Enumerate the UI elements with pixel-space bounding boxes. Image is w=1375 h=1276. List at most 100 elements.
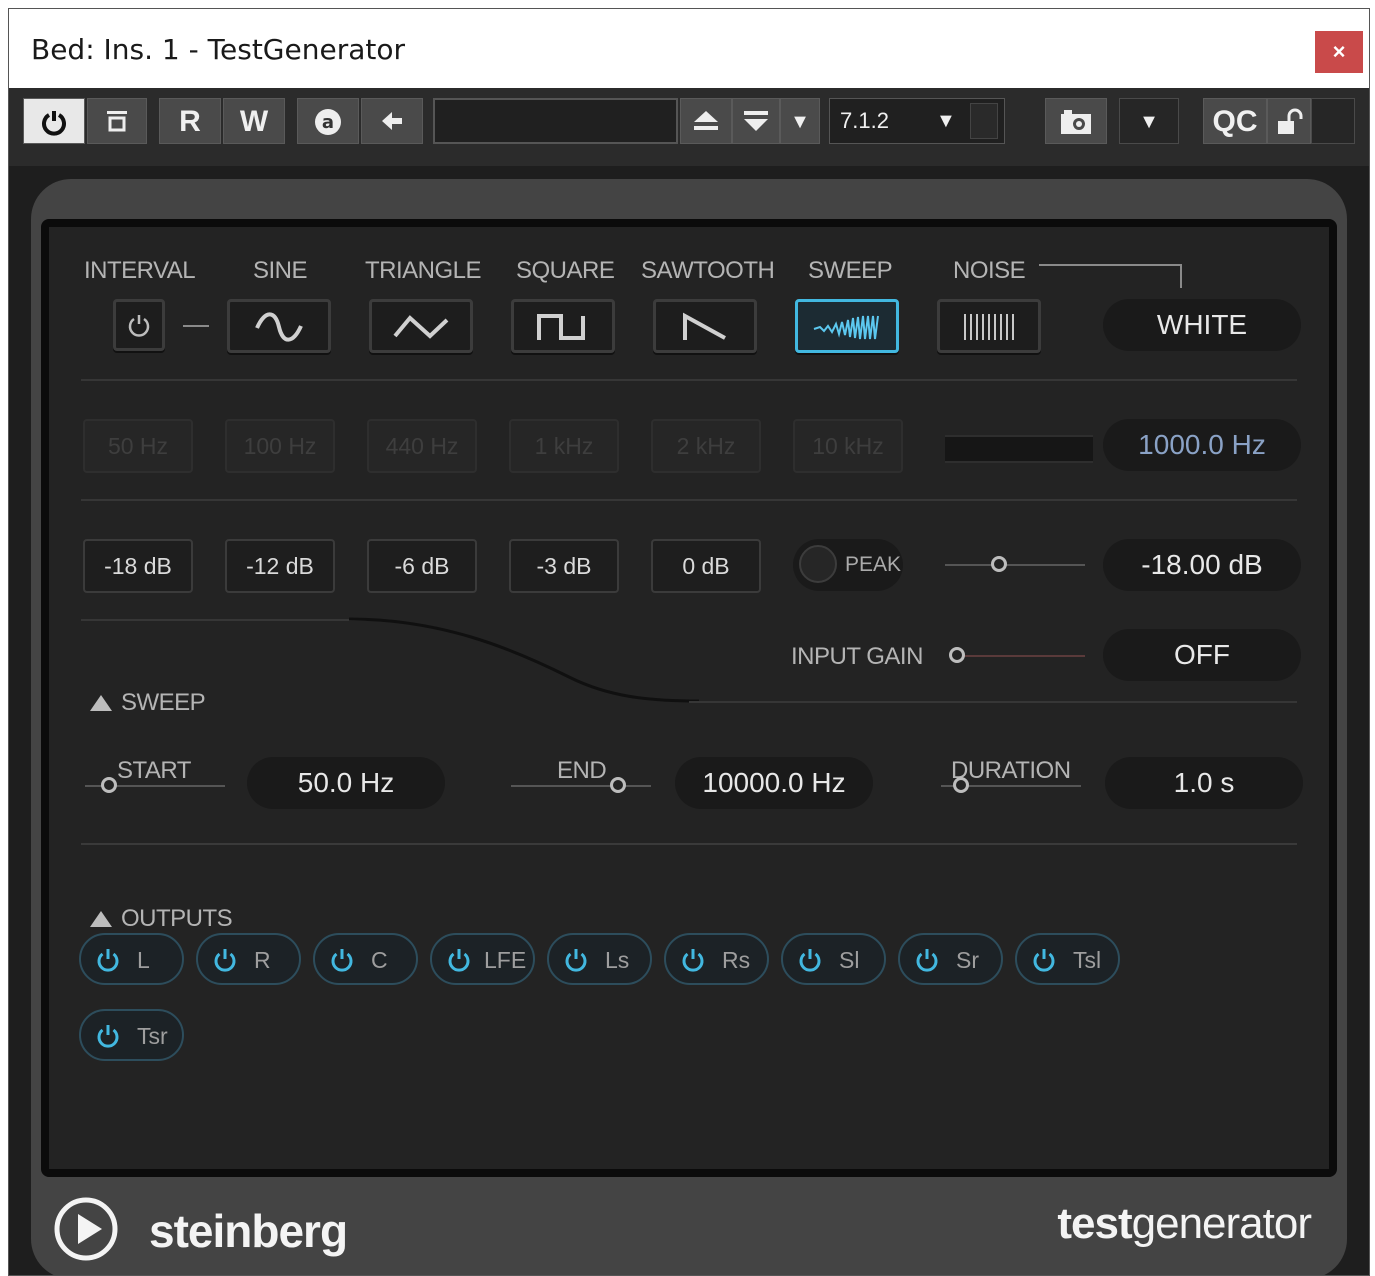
noise-connector-line bbox=[1039, 264, 1182, 288]
freq-preset-50hz[interactable]: 50 Hz bbox=[83, 419, 193, 473]
sawtooth-button[interactable] bbox=[653, 299, 757, 353]
freq-preset-100hz[interactable]: 100 Hz bbox=[225, 419, 335, 473]
sawtooth-wave-icon bbox=[683, 312, 726, 340]
level-preset-minus3db[interactable]: -3 dB bbox=[509, 539, 619, 593]
power-icon bbox=[1033, 949, 1055, 972]
output-rs-label: Rs bbox=[722, 947, 751, 973]
noise-type-select[interactable]: WHITE bbox=[1103, 299, 1301, 351]
channel-config-select[interactable]: 7.1.2 ▼ bbox=[829, 98, 1005, 144]
level-value[interactable]: -18.00 dB bbox=[1103, 539, 1301, 591]
preset-menu-button[interactable]: ▼ bbox=[780, 98, 820, 144]
level-slider-knob[interactable] bbox=[991, 556, 1007, 572]
square-label: SQUARE bbox=[516, 257, 615, 284]
output-tsl-toggle[interactable]: Tsl bbox=[1015, 933, 1120, 985]
freq-preset-10khz[interactable]: 10 kHz bbox=[793, 419, 903, 473]
end-value[interactable]: 10000.0 Hz bbox=[675, 757, 873, 809]
lock-button[interactable] bbox=[1267, 98, 1311, 144]
function-menu-button[interactable]: ▼ bbox=[1119, 98, 1179, 144]
triangle-wave-icon bbox=[393, 315, 449, 339]
triangle-up-icon bbox=[90, 695, 112, 711]
noise-button[interactable] bbox=[937, 299, 1041, 353]
end-label: END bbox=[557, 757, 607, 784]
power-icon bbox=[97, 949, 119, 972]
output-sl-toggle[interactable]: Sl bbox=[781, 933, 886, 985]
freq-preset-1khz[interactable]: 1 kHz bbox=[509, 419, 619, 473]
divider bbox=[81, 619, 381, 621]
sine-wave-icon bbox=[255, 312, 303, 342]
output-c-toggle[interactable]: C bbox=[313, 933, 418, 985]
input-gain-value[interactable]: OFF bbox=[1103, 629, 1301, 681]
level-preset-minus18db[interactable]: -18 dB bbox=[83, 539, 193, 593]
back-button[interactable] bbox=[361, 98, 423, 144]
noise-icon bbox=[964, 314, 1014, 340]
power-button[interactable] bbox=[23, 98, 85, 144]
duration-value[interactable]: 1.0 s bbox=[1105, 757, 1303, 809]
start-label: START bbox=[117, 757, 191, 784]
start-slider-knob[interactable] bbox=[101, 777, 117, 793]
input-gain-slider[interactable] bbox=[955, 655, 1085, 657]
power-icon bbox=[565, 949, 587, 972]
power-icon bbox=[42, 111, 66, 136]
sidechain-icon: a bbox=[315, 109, 341, 135]
frequency-slider[interactable] bbox=[945, 435, 1093, 463]
level-preset-minus6db[interactable]: -6 dB bbox=[367, 539, 477, 593]
power-icon bbox=[97, 1025, 119, 1048]
close-button[interactable]: × bbox=[1315, 31, 1363, 73]
output-lfe-toggle[interactable]: LFE bbox=[430, 933, 535, 985]
interval-dash bbox=[183, 325, 209, 327]
quick-controls-button[interactable]: QC bbox=[1203, 98, 1267, 144]
output-tsr-toggle[interactable]: Tsr bbox=[79, 1009, 184, 1061]
output-ls-toggle[interactable]: Ls bbox=[547, 933, 652, 985]
next-preset-button[interactable] bbox=[732, 98, 780, 144]
power-icon bbox=[682, 949, 704, 972]
end-slider-knob[interactable] bbox=[610, 777, 626, 793]
sweep-divider-curve bbox=[349, 617, 699, 703]
sine-label: SINE bbox=[253, 257, 308, 284]
read-automation-button[interactable]: R bbox=[159, 98, 221, 144]
sweep-section-label: SWEEP bbox=[121, 689, 206, 716]
preset-field[interactable] bbox=[433, 98, 678, 144]
output-r-label: R bbox=[254, 947, 271, 973]
start-value[interactable]: 50.0 Hz bbox=[247, 757, 445, 809]
triangle-up-icon bbox=[90, 911, 112, 927]
divider bbox=[689, 701, 1297, 703]
sine-button[interactable] bbox=[227, 299, 331, 353]
output-r-toggle[interactable]: R bbox=[196, 933, 301, 985]
previous-preset-button[interactable] bbox=[680, 98, 732, 144]
output-sr-toggle[interactable]: Sr bbox=[898, 933, 1003, 985]
freq-preset-440hz[interactable]: 440 Hz bbox=[367, 419, 477, 473]
arrow-left-icon bbox=[382, 112, 402, 130]
frequency-value[interactable]: 1000.0 Hz bbox=[1103, 419, 1301, 471]
sawtooth-label: SAWTOOTH bbox=[641, 257, 775, 284]
output-sl-label: Sl bbox=[839, 947, 860, 973]
level-slider[interactable] bbox=[945, 564, 1085, 566]
channel-config-value: 7.1.2 bbox=[840, 108, 889, 133]
lock-open-icon bbox=[1278, 108, 1303, 134]
write-automation-button[interactable]: W bbox=[223, 98, 285, 144]
load-next-icon bbox=[744, 111, 768, 131]
bypass-button[interactable] bbox=[87, 98, 147, 144]
peak-label: PEAK bbox=[845, 553, 902, 576]
output-sr-label: Sr bbox=[956, 947, 979, 973]
end-slider[interactable] bbox=[511, 785, 651, 787]
output-rs-toggle[interactable]: Rs bbox=[664, 933, 769, 985]
input-gain-knob[interactable] bbox=[949, 647, 965, 663]
power-icon bbox=[916, 949, 938, 972]
product-name: testgenerator bbox=[1057, 1199, 1312, 1249]
window-title: Bed: Ins. 1 - TestGenerator bbox=[31, 33, 405, 66]
output-l-toggle[interactable]: L bbox=[79, 933, 184, 985]
level-preset-0db[interactable]: 0 dB bbox=[651, 539, 761, 593]
noise-label: NOISE bbox=[953, 257, 1026, 284]
interval-toggle[interactable] bbox=[113, 299, 165, 351]
triangle-button[interactable] bbox=[369, 299, 473, 353]
sweep-button[interactable] bbox=[795, 299, 899, 353]
level-preset-minus12db[interactable]: -12 dB bbox=[225, 539, 335, 593]
square-button[interactable] bbox=[511, 299, 615, 353]
peak-toggle[interactable]: PEAK bbox=[793, 539, 903, 591]
sidechain-button[interactable]: a bbox=[297, 98, 359, 144]
duration-label: DURATION bbox=[951, 757, 1071, 784]
snapshot-button[interactable] bbox=[1045, 98, 1107, 144]
duration-slider-knob[interactable] bbox=[953, 777, 969, 793]
freq-preset-2khz[interactable]: 2 kHz bbox=[651, 419, 761, 473]
output-tsl-label: Tsl bbox=[1073, 947, 1102, 973]
